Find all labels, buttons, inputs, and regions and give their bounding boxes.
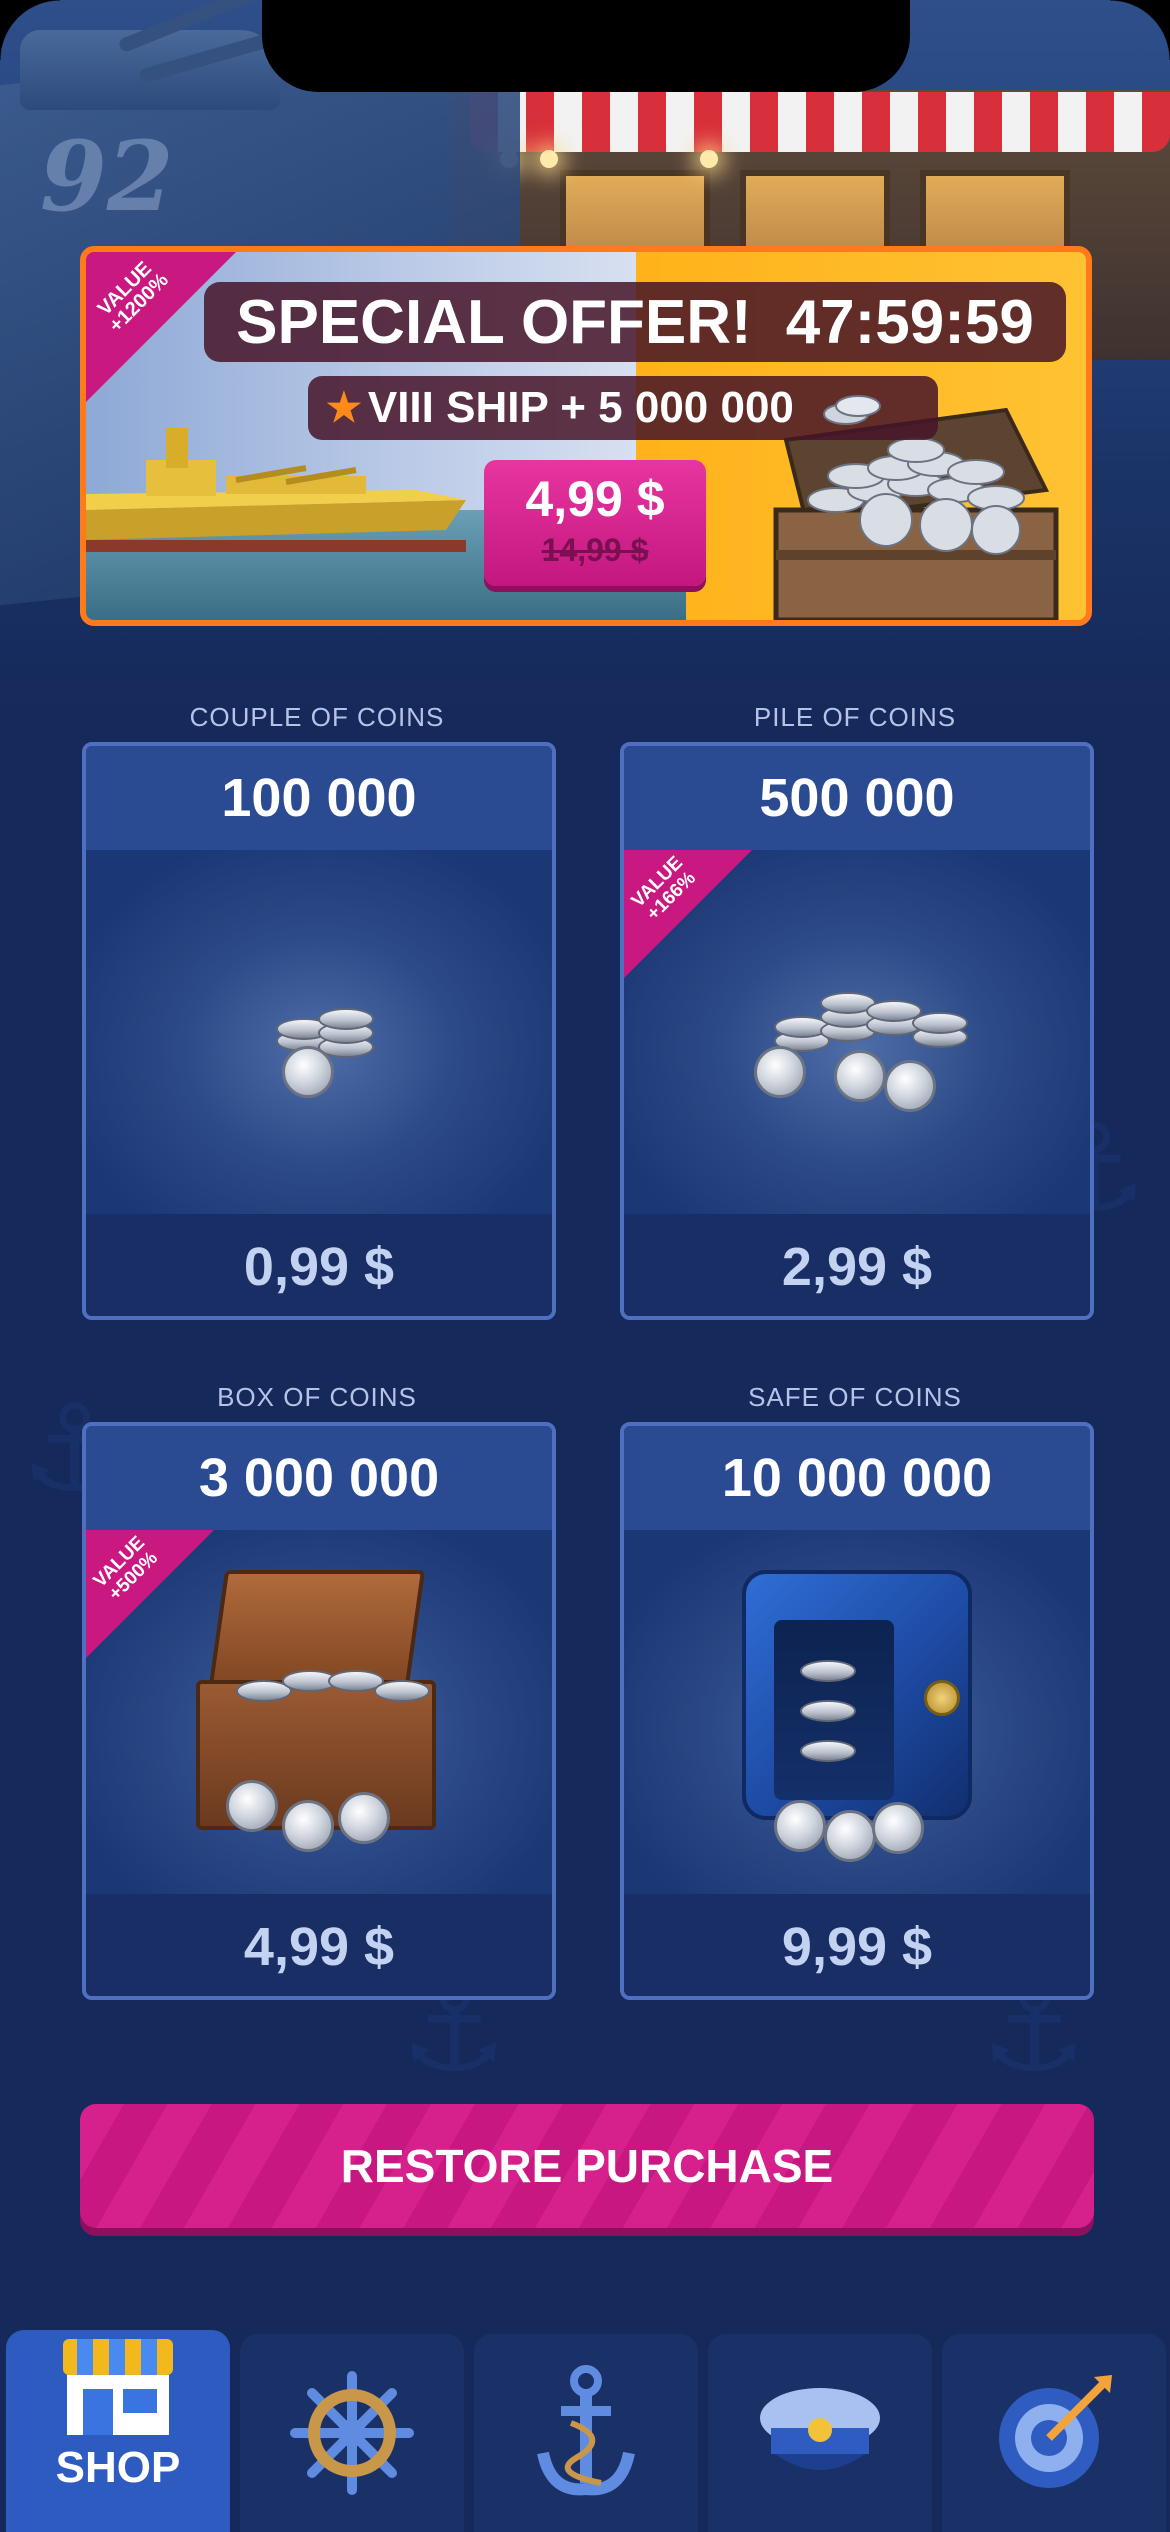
coin-pack-pile[interactable]: 500 000 VALUE +166% 2,99 $: [620, 742, 1094, 1320]
coin-icon: [800, 1700, 856, 1722]
safe-handle-icon: [924, 1680, 960, 1716]
offer-price: 4,99 $: [525, 471, 665, 527]
coin-icon: [800, 1740, 856, 1762]
nav-item-shop[interactable]: SHOP: [6, 2330, 230, 2532]
nav-label-shop: SHOP: [55, 2443, 181, 2492]
pack-label: BOX OF COINS: [217, 1382, 417, 1412]
ship-wheel-icon: [290, 2371, 414, 2495]
pack-price: 4,99 $: [86, 1894, 552, 1996]
restore-purchase-button[interactable]: RESTORE PURCHASE: [80, 2104, 1094, 2228]
screen-corner: [0, 0, 60, 60]
nav-item-fleet[interactable]: [240, 2334, 464, 2532]
coin-icon: [834, 1050, 886, 1102]
coin-icon: [872, 1802, 924, 1854]
pack-amount: 3 000 000: [86, 1426, 552, 1530]
coin-icon: [884, 1060, 936, 1112]
anchor-icon: [537, 2365, 635, 2496]
bottom-navigation: SHOP: [0, 2330, 1170, 2532]
coin-icon: [754, 1046, 806, 1098]
coin-icon: [318, 1008, 374, 1030]
pack-amount: 10 000 000: [624, 1426, 1090, 1530]
coin-pack-box[interactable]: 3 000 000 VALUE +500% 4,99 $: [82, 1422, 556, 2000]
pack-price: 9,99 $: [624, 1894, 1090, 1996]
target-icon: [999, 2375, 1112, 2488]
coins-box-art: VALUE +500%: [86, 1530, 552, 1894]
offer-title: SPECIAL OFFER!: [236, 287, 752, 357]
coins-safe-art: [624, 1530, 1090, 1894]
special-offer-banner[interactable]: VALUE +1200% SPECIAL OFFER! 47:59:59 ★ V…: [80, 246, 1092, 626]
coin-pack-couple[interactable]: 100 000 0,99 $: [82, 742, 556, 1320]
coin-icon: [374, 1680, 430, 1702]
shop-icon: [63, 2339, 173, 2435]
store-awning: [470, 92, 1170, 152]
golden-ship-illustration: [86, 428, 466, 552]
pack-label: SAFE OF COINS: [748, 1382, 962, 1412]
star-icon: ★: [326, 386, 362, 430]
screen-corner: [1110, 0, 1170, 60]
coin-icon: [800, 1660, 856, 1682]
captain-hat-icon: [760, 2388, 880, 2470]
coins-pile-art: VALUE +166%: [624, 850, 1090, 1214]
pack-amount: 500 000: [624, 746, 1090, 850]
nav-item-missions[interactable]: [942, 2334, 1166, 2532]
hull-number: 92: [40, 120, 174, 233]
coin-icon: [226, 1780, 278, 1832]
coin-icon: [282, 1800, 334, 1852]
coin-icon: [824, 1810, 876, 1862]
coin-icon: [774, 1800, 826, 1852]
offer-title-bar: SPECIAL OFFER! 47:59:59: [204, 282, 1066, 362]
coin-icon: [338, 1792, 390, 1844]
nav-item-port[interactable]: [474, 2334, 698, 2532]
offer-timer: 47:59:59: [785, 287, 1034, 357]
coin-icon: [282, 1046, 334, 1098]
lamp-light: [540, 150, 558, 168]
pack-label: PILE OF COINS: [753, 702, 957, 732]
offer-old-price: 14,99 $: [541, 532, 649, 568]
pack-label: COUPLE OF COINS: [189, 702, 445, 732]
offer-price-button[interactable]: 4,99 $ 14,99 $: [484, 460, 706, 586]
pack-price: 2,99 $: [624, 1214, 1090, 1316]
coins-icon: [822, 395, 881, 425]
offer-subtitle: VIII SHIP + 5 000 000: [367, 383, 794, 432]
device-notch: [262, 0, 910, 92]
nav-item-captain[interactable]: [708, 2334, 932, 2532]
offer-subtitle-bar: ★ VIII SHIP + 5 000 000: [308, 376, 938, 440]
pack-price: 0,99 $: [86, 1214, 552, 1316]
coins-small-stack-art: [86, 850, 552, 1214]
pack-amount: 100 000: [86, 746, 552, 850]
lamp-light: [700, 150, 718, 168]
coin-pack-safe[interactable]: 10 000 000 9,99 $: [620, 1422, 1094, 2000]
coin-icon: [912, 1012, 968, 1034]
